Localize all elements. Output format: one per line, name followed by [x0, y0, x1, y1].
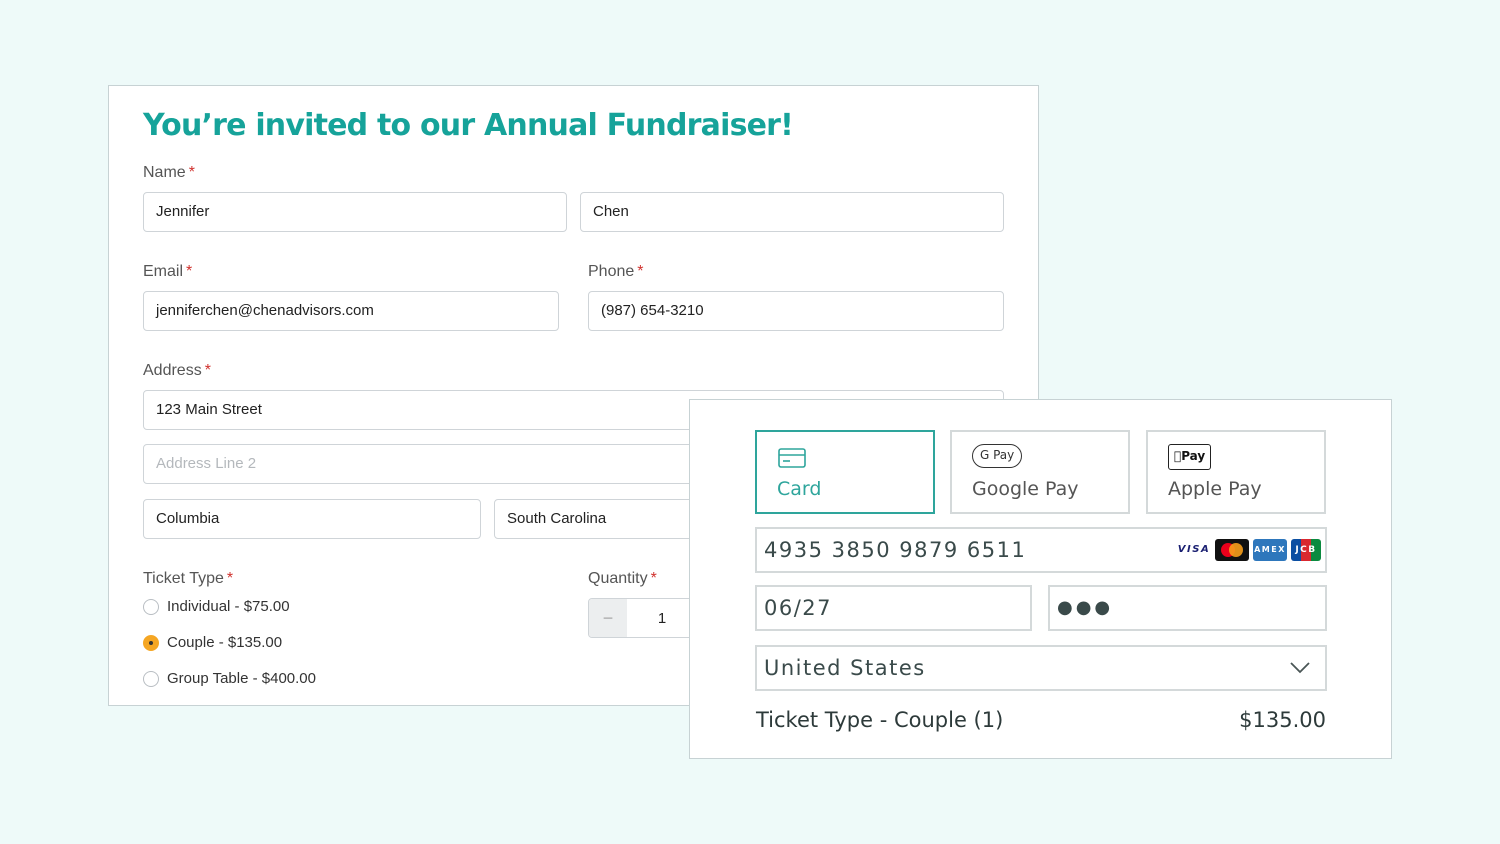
country-value: United States [764, 656, 926, 680]
apple-pay-badge-text: Pay [1174, 449, 1205, 463]
name-label-text: Name [143, 164, 186, 181]
required-mark: * [637, 263, 644, 280]
expiry-field[interactable]: 06/27 [755, 585, 1032, 631]
email-label-text: Email [143, 263, 184, 280]
card-brand-logos: VISA AMEX JCB [1177, 539, 1321, 561]
jcb-icon: JCB [1291, 539, 1321, 561]
first-name-input[interactable]: Jennifer [143, 192, 567, 232]
order-summary-price: $135.00 [1239, 708, 1326, 732]
quantity-label-text: Quantity [588, 570, 648, 587]
ticket-option-label: Couple - $135.00 [167, 634, 283, 651]
email-label: Email * [143, 263, 192, 281]
radio-button-checked[interactable] [143, 634, 159, 651]
country-select[interactable]: United States [755, 645, 1327, 691]
google-pay-badge: G Pay [972, 444, 1023, 468]
card-number-value: 4935 3850 9879 6511 [764, 538, 1027, 562]
phone-label: Phone * [588, 263, 644, 281]
radio-button[interactable] [143, 670, 159, 687]
required-mark: * [204, 362, 211, 379]
card-number-field[interactable]: 4935 3850 9879 6511 VISA AMEX JCB [755, 527, 1327, 573]
ticket-option-label: Individual - $75.00 [167, 598, 290, 615]
payment-method-label: Google Pay [972, 478, 1079, 500]
radio-button[interactable] [143, 598, 159, 615]
required-mark: * [188, 164, 195, 181]
ticket-option-couple[interactable]: Couple - $135.00 [143, 634, 282, 651]
ticket-type-label-text: Ticket Type [143, 570, 224, 587]
ticket-option-label: Group Table - $400.00 [167, 670, 316, 687]
required-mark: * [650, 570, 657, 587]
city-input[interactable]: Columbia [143, 499, 481, 539]
address-label-text: Address [143, 362, 202, 379]
apple-pay-badge: Pay [1168, 444, 1212, 470]
last-name-input[interactable]: Chen [580, 192, 1004, 232]
chevron-down-icon [1290, 662, 1310, 674]
email-input[interactable]: jenniferchen@chenadvisors.com [143, 291, 559, 331]
payment-method-label: Apple Pay [1168, 478, 1262, 500]
quantity-value[interactable]: 1 [627, 599, 697, 637]
decrement-button[interactable]: − [589, 599, 627, 637]
payment-method-apple-pay[interactable]: Pay Apple Pay [1146, 430, 1326, 514]
ticket-type-label: Ticket Type * [143, 570, 233, 588]
address-label: Address * [143, 362, 211, 380]
order-summary-label: Ticket Type - Couple (1) [756, 708, 1004, 732]
quantity-stepper[interactable]: − 1 [588, 598, 698, 638]
payment-method-card[interactable]: Card [755, 430, 935, 514]
payment-method-google-pay[interactable]: G Pay Google Pay [950, 430, 1130, 514]
ticket-option-individual[interactable]: Individual - $75.00 [143, 598, 290, 615]
required-mark: * [226, 570, 234, 587]
amex-icon: AMEX [1253, 539, 1287, 561]
payment-panel: Card G Pay Google Pay Pay Apple Pay 493… [689, 399, 1392, 759]
payment-method-label: Card [777, 478, 822, 500]
phone-label-text: Phone [588, 263, 635, 280]
cvc-field[interactable]: ●●● [1048, 585, 1327, 631]
name-label: Name * [143, 164, 195, 182]
credit-card-icon [778, 448, 806, 468]
mastercard-icon [1215, 539, 1249, 561]
form-title: You’re invited to our Annual Fundraiser! [143, 108, 794, 143]
quantity-label: Quantity * [588, 570, 657, 588]
phone-input[interactable]: (987) 654-3210 [588, 291, 1004, 331]
required-mark: * [186, 263, 193, 280]
visa-icon: VISA [1177, 539, 1211, 561]
ticket-option-group-table[interactable]: Group Table - $400.00 [143, 670, 316, 687]
